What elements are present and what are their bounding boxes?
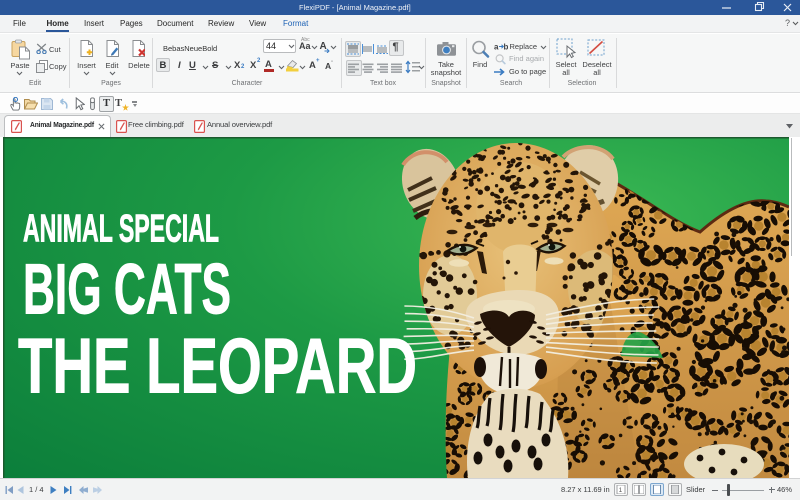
svg-text:THE LEOPARD: THE LEOPARD <box>18 324 417 410</box>
svg-text:A: A <box>320 41 327 52</box>
svg-text:a: a <box>494 43 499 52</box>
svg-text:1: 1 <box>619 487 623 494</box>
svg-text:ANIMAL SPECIAL: ANIMAL SPECIAL <box>23 208 219 251</box>
svg-text:b: b <box>504 43 509 52</box>
svg-text:BIG CATS: BIG CATS <box>23 251 231 330</box>
